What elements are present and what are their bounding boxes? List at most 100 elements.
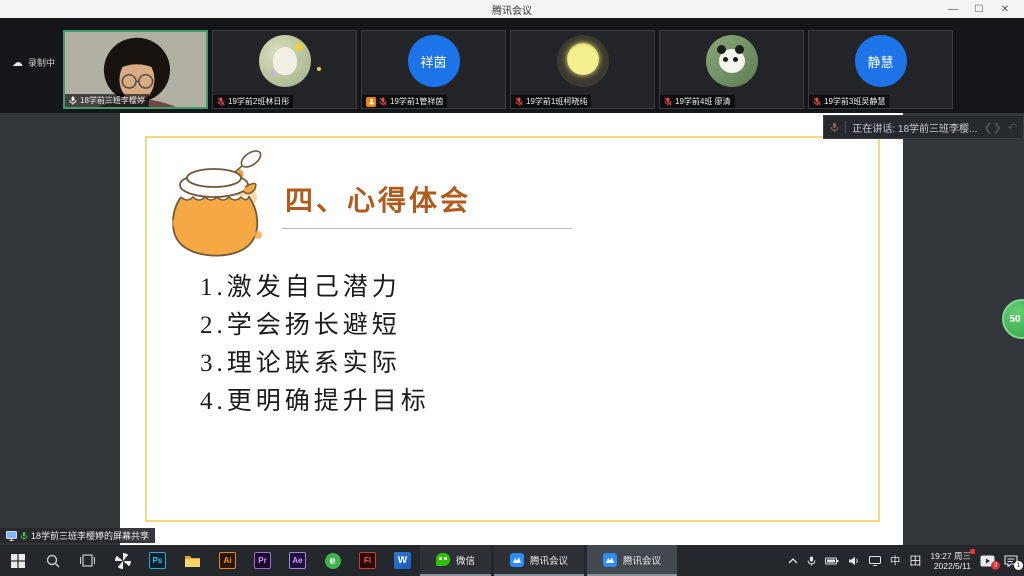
maximize-button[interactable]: ☐ [966, 0, 992, 18]
recording-label: 录制中 [28, 56, 55, 69]
participant-video-2[interactable]: 19学前2班林日彤 [212, 30, 357, 109]
record-count-badge: 3 [991, 561, 1000, 570]
search-icon [46, 554, 60, 568]
floating-assist-button[interactable]: 50 [1002, 299, 1024, 339]
speaker-mic-icon [830, 122, 839, 133]
window-title: 腾讯会议 [492, 2, 532, 17]
photoshop-icon: Ps [149, 552, 166, 569]
wechat-label: 微信 [456, 553, 475, 567]
participant-video-6[interactable]: 静慧 19学前3班吴静慧 [808, 30, 953, 109]
slide-heading: 四、心得体会 [285, 179, 471, 219]
text-avatar: 祥茵 [408, 35, 460, 87]
tray-mic-icon[interactable] [807, 555, 816, 567]
text-avatar: 静慧 [855, 35, 907, 87]
search-button[interactable] [35, 545, 70, 576]
system-tray: 中 田 19:27 周三 2022/5/11 3 1 [788, 551, 1024, 571]
participant-label: 19学前1管祥茵 [362, 95, 447, 108]
flash-button[interactable]: Fl [350, 545, 385, 576]
flower-avatar [557, 35, 609, 87]
wechat-icon [436, 553, 450, 566]
reply-arrow-icon[interactable]: ↶ [1008, 121, 1017, 134]
honey-pot-illustration [155, 145, 280, 260]
meeting-main-area: 四、心得体会 1.激发自己潜力 2.学会扬长避短 3.理论联系实际 4.更明确提… [0, 113, 1024, 545]
participant-name: 19学前3班吴静慧 [824, 96, 885, 107]
active-speaker-text: 正在讲话: 18学前三班李樱... [852, 120, 977, 135]
screen-record-tray-button[interactable]: 3 [980, 555, 995, 567]
lamb-avatar [259, 35, 311, 87]
mic-muted-icon [379, 97, 387, 106]
green-e-app-button[interactable]: e [315, 545, 350, 576]
share-mic-on-icon [20, 531, 28, 541]
illustrator-button[interactable]: Ai [210, 545, 245, 576]
slide-bullet-list: 1.激发自己潜力 2.学会扬长避短 3.理论联系实际 4.更明确提升目标 [200, 269, 430, 421]
host-badge-icon [366, 97, 376, 107]
participant-video-3[interactable]: 祥茵 19学前1管祥茵 [361, 30, 506, 109]
tray-network-icon[interactable] [869, 556, 881, 566]
slide-list-item: 4.更明确提升目标 [200, 383, 430, 421]
flash-icon: Fl [359, 552, 376, 569]
meeting-taskbar-button-1[interactable]: 腾讯会议 [494, 545, 584, 576]
clock-alert-dot [970, 549, 975, 554]
meeting-label: 腾讯会议 [623, 553, 661, 567]
minimize-button[interactable]: — [940, 0, 966, 18]
participant-label: 19学前4班 廖清 [660, 95, 735, 108]
tencent-meeting-icon [603, 553, 617, 567]
mic-muted-icon [813, 97, 821, 106]
participant-name: 19学前4班 廖清 [675, 96, 731, 107]
participant-video-4[interactable]: 19学前1班柯晓纯 [510, 30, 655, 109]
heading-underline [282, 228, 572, 229]
cloud-record-icon: ☁ [12, 56, 23, 69]
aftereffects-button[interactable]: Ae [280, 545, 315, 576]
screen-share-banner: 18学前三班李樱婷的屏幕共享 [0, 528, 155, 543]
premiere-button[interactable]: Pr [245, 545, 280, 576]
meeting-label: 腾讯会议 [530, 553, 568, 567]
green-e-icon: e [325, 553, 341, 569]
shared-screen: 四、心得体会 1.激发自己潜力 2.学会扬长避短 3.理论联系实际 4.更明确提… [120, 113, 903, 545]
window-controls: — ☐ ✕ [940, 0, 1018, 18]
pinwheel-app-button[interactable] [105, 545, 140, 576]
meeting-taskbar-button-2[interactable]: 腾讯会议 [587, 545, 677, 576]
collapse-chevrons-icon[interactable]: ❮❯ [983, 121, 1001, 134]
participant-name: 19学前1班柯晓纯 [526, 96, 587, 107]
photoshop-button[interactable]: Ps [140, 545, 175, 576]
folder-icon [184, 554, 201, 568]
tray-expand-chevron-icon[interactable] [788, 558, 798, 564]
tray-clock[interactable]: 19:27 周三 2022/5/11 [930, 551, 971, 571]
word-icon: W [394, 552, 411, 569]
participant-name: 18学前三班李樱婷 [80, 95, 145, 106]
panda-avatar [706, 35, 758, 87]
aftereffects-icon: Ae [289, 552, 306, 569]
wechat-taskbar-button[interactable]: 微信 [420, 545, 491, 576]
recording-indicator: ☁ 录制中 [12, 56, 55, 69]
pinwheel-icon [115, 553, 131, 569]
mic-on-icon [69, 96, 77, 105]
participant-label: 18学前三班李樱婷 [65, 94, 149, 107]
participant-video-5[interactable]: 19学前4班 廖清 [659, 30, 804, 109]
participant-label: 19学前1班柯晓纯 [511, 95, 591, 108]
tencent-meeting-icon [510, 553, 524, 567]
participant-video-1[interactable]: 18学前三班李樱婷 [63, 30, 208, 109]
word-button[interactable]: W [385, 545, 420, 576]
start-button[interactable] [0, 545, 35, 576]
task-view-button[interactable] [70, 545, 105, 576]
task-view-icon [80, 554, 95, 567]
slide-list-item: 3.理论联系实际 [200, 345, 430, 383]
mic-muted-icon [217, 97, 225, 106]
tray-speaker-icon[interactable] [848, 556, 860, 566]
participant-label: 19学前3班吴静慧 [809, 95, 889, 108]
ime-grid-icon[interactable]: 田 [909, 552, 921, 569]
mic-muted-icon [664, 97, 672, 106]
window-titlebar: 腾讯会议 — ☐ ✕ [0, 0, 1024, 18]
file-explorer-button[interactable] [175, 545, 210, 576]
tray-battery-icon[interactable] [825, 557, 839, 565]
monitor-icon [6, 531, 17, 541]
action-center-button[interactable]: 1 [1004, 555, 1018, 567]
slide-list-item: 1.激发自己潜力 [200, 269, 430, 307]
ime-language-indicator[interactable]: 中 [890, 553, 901, 568]
active-speaker-toast: 正在讲话: 18学前三班李樱... ❮❯ ↶ [823, 115, 1024, 139]
close-button[interactable]: ✕ [992, 0, 1018, 18]
slide-list-item: 2.学会扬长避短 [200, 307, 430, 345]
floating-assist-label: 50 [1009, 314, 1020, 325]
illustrator-icon: Ai [219, 552, 236, 569]
windows-logo-icon [11, 554, 25, 568]
